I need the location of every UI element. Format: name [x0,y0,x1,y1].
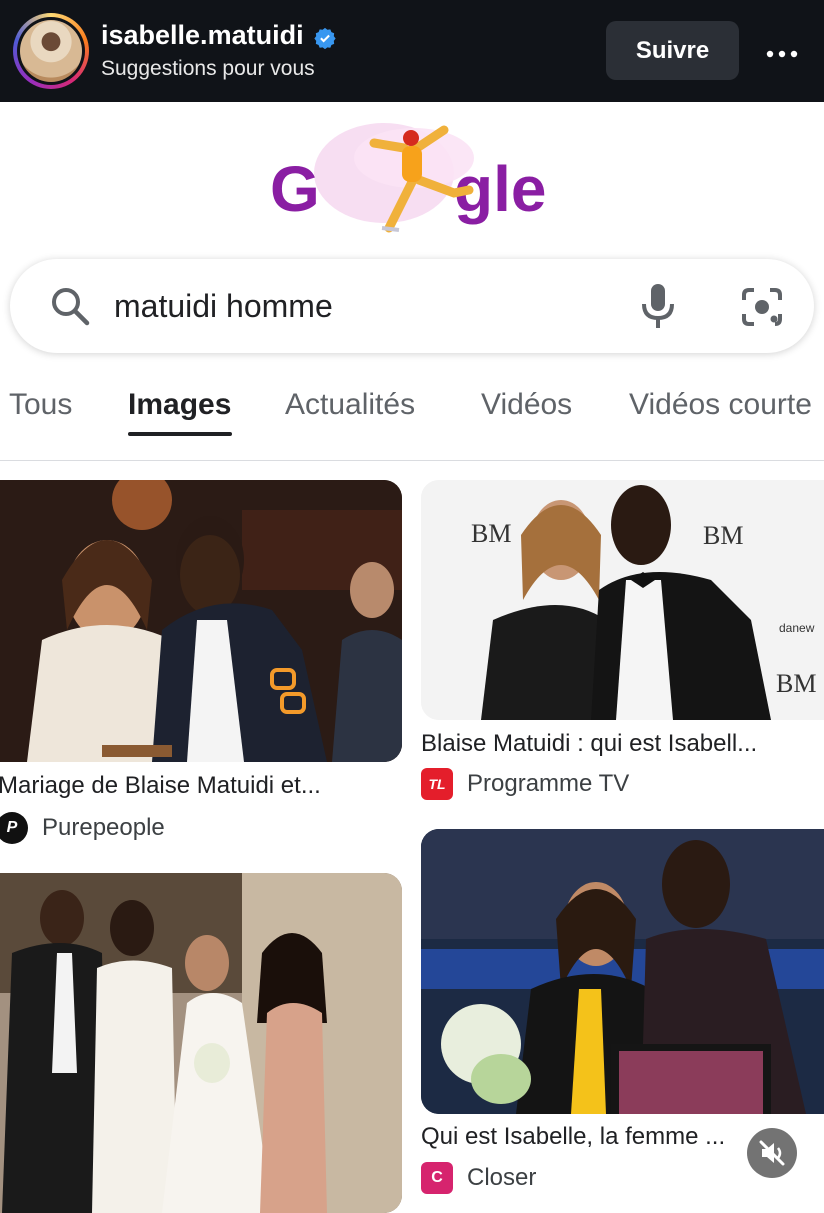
tab-actualites[interactable]: Actualités [285,380,415,436]
result-source-name-4: Closer [467,1164,537,1191]
svg-text:G: G [270,153,320,225]
svg-text:BM: BM [471,519,511,548]
google-doodle[interactable]: G gle [264,118,564,238]
result-title-1[interactable]: Mariage de Blaise Matuidi et... [0,772,321,800]
search-bar[interactable] [10,259,814,353]
purepeople-icon: P [0,812,28,844]
tab-images[interactable]: Images [128,380,231,436]
verified-badge-icon [314,27,336,49]
svg-text:BM: BM [776,669,816,698]
result-image-4[interactable] [421,829,824,1114]
programme-tv-icon: TL [421,768,453,800]
result-title-4[interactable]: Qui est Isabelle, la femme ... [421,1123,725,1151]
avatar [20,20,82,82]
result-source-name-2: Programme TV [467,770,630,797]
google-lens-icon[interactable] [740,286,784,328]
tab-videos-courtes[interactable]: Vidéos courte [629,380,812,436]
speaker-muted-icon [759,1140,785,1166]
tab-tous[interactable]: Tous [9,380,72,436]
follow-button[interactable]: Suivre [606,21,739,80]
search-tabs: Tous Images Actualités Vidéos Vidéos cou… [0,380,824,461]
result-image-3[interactable] [0,873,402,1213]
result-image-2[interactable]: BM BM BM danew [421,480,824,720]
story-ring[interactable] [13,13,89,89]
svg-text:BM: BM [703,521,743,550]
result-image-1[interactable] [0,480,402,762]
search-icon[interactable] [48,284,92,328]
result-source-2[interactable]: TL Programme TV [421,766,629,802]
result-title-2[interactable]: Blaise Matuidi : qui est Isabell... [421,730,757,758]
active-tab-indicator [128,432,232,436]
svg-text:danew: danew [779,621,815,635]
result-source-4[interactable]: C Closer [421,1160,536,1196]
result-source-1[interactable]: P Purepeople [0,810,165,846]
microphone-icon[interactable] [640,282,676,330]
more-options-icon[interactable] [762,36,802,66]
result-source-name-1: Purepeople [42,814,165,841]
username[interactable]: isabelle.matuidi [101,20,304,51]
closer-icon: C [421,1162,453,1194]
mute-button[interactable] [747,1128,797,1178]
instagram-header: isabelle.matuidi Suggestions pour vous S… [0,0,824,102]
tab-videos[interactable]: Vidéos [481,380,572,436]
suggestions-label: Suggestions pour vous [101,57,315,80]
search-input[interactable] [114,283,614,329]
